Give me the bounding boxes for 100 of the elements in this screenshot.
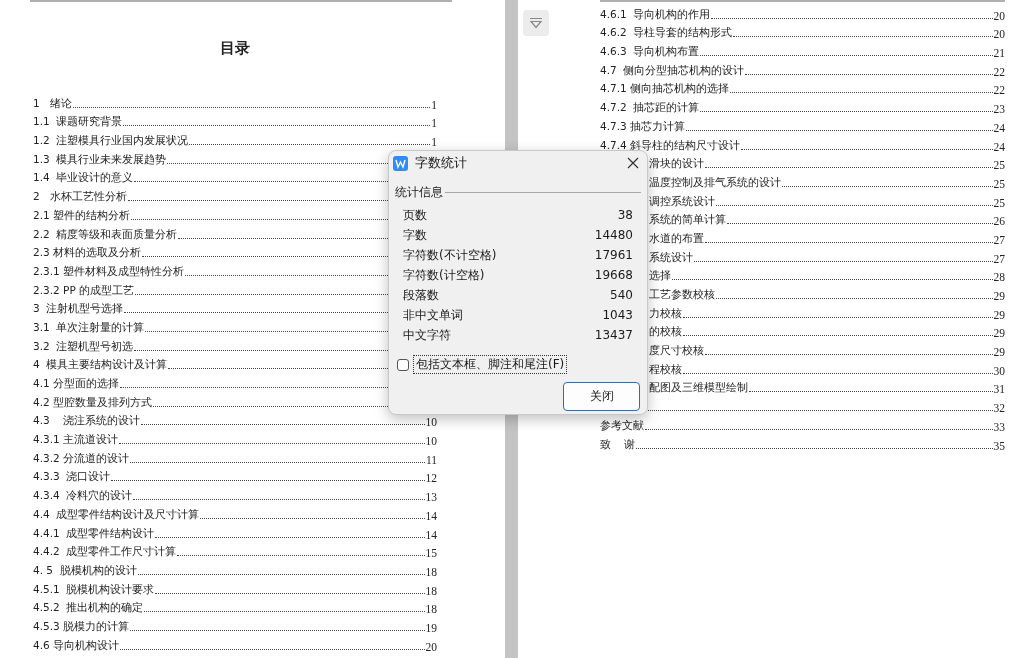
stat-label: 页数 [403,206,427,224]
collapse-icon [529,17,543,29]
checkbox[interactable] [397,358,409,371]
toc-entry: 力校核 [649,306,682,321]
page-number: 30 [993,364,1005,377]
page-number: 25 [993,159,1005,172]
stat-value: 19668 [594,268,633,282]
stat-label: 字符数(计空格) [403,266,485,284]
stat-value: 14480 [594,228,633,242]
toc-entry: 4. 5 脱模机构的设计 [33,563,137,578]
page-number: 27 [993,252,1005,265]
app-logo-icon [393,155,408,171]
page-number: 20 [993,9,1005,22]
toc-entry: 4.6 导向机构设计 [33,638,120,653]
collapse-button[interactable] [523,10,549,36]
toc-entry: 度尺寸校核 [649,344,704,359]
page-number: 1 [431,117,437,130]
toc-entry: 1 绪论 [33,96,72,111]
toc-entry: 3.2 注塑机型号初选 [33,339,134,354]
page-number: 32 [993,402,1005,415]
close-button[interactable]: 关闭 [563,382,640,411]
toc-entry: 系统设计 [649,250,693,265]
page-number: 29 [993,346,1005,359]
toc-entry: 2.2 精度等级和表面质量分析 [33,227,178,242]
stat-label: 字数 [403,226,427,244]
page-number: 31 [993,383,1005,396]
stat-value: 13437 [594,328,633,342]
page-number: 35 [993,439,1005,452]
toc-entry: 4.6.1 导向机构的作用 [600,7,711,22]
page-number: 1 [431,98,437,111]
stat-value: 17961 [594,248,633,262]
toc-entry: 4.7 侧向分型抽芯机构的设计 [600,63,745,78]
toc-entry: 4.5.1 脱模机构设计要求 [33,582,155,597]
toc-entry: 2 水杯工艺性分析 [33,190,127,205]
stat-label: 字符数(不计空格) [403,246,497,264]
toc-entry: 4.3.4 冷料穴的设计 [33,489,133,504]
checkbox-label[interactable]: 包括文本框、脚注和尾注(F) [413,355,568,374]
toc-entry: 程校核 [649,362,682,377]
toc-entry: 4.1 分型面的选择 [33,377,120,391]
page-number: 27 [993,233,1005,246]
page-number: 14 [425,528,437,541]
toc-entry: 4.2 型腔数量及排列方式 [33,395,153,410]
toc-entry: 4 模具主要结构设计及计算 [33,358,168,373]
page-number: 18 [425,584,437,597]
stat-value: 1043 [602,308,633,322]
toc-entry: 水道的布置 [649,231,704,246]
page-number: 13 [425,491,437,504]
toc-entry: 4.5.2 推出机构的确定 [33,601,144,616]
toc-entry: 1.3 模具行业未来发展趋势 [33,152,167,167]
page-number: 22 [993,65,1005,78]
page-number: 11 [425,453,437,466]
toc-entry: 的校核 [649,325,682,340]
toc-entry: 4.3.2 分流道的设计 [33,451,130,466]
stat-value: 540 [610,288,633,302]
page-number: 24 [993,140,1005,153]
page-number: 29 [993,308,1005,321]
toc-entry: 2.3.2 PP 的成型工艺 [33,283,135,298]
toc-entry: 4.7.1 侧向抽芯机构的选择 [600,82,730,97]
page-number: 18 [425,603,437,616]
page-number: 10 [425,416,437,429]
toc-entry: 2.3.1 塑件材料及成型特性分析 [33,264,185,279]
toc-entry: 4.3 浇注系统的设计 [33,414,141,429]
page-number: 12 [425,472,437,485]
page-number: 25 [993,196,1005,209]
toc-entry: 4.5.3 脱模力的计算 [33,619,130,634]
toc-entry: 致 谢 [600,437,636,452]
toc-entry: 滑块的设计 [649,157,704,172]
stat-label: 非中文单词 [403,306,463,324]
page-number: 20 [993,28,1005,41]
page-number: 15 [425,547,437,560]
page-number: 10 [425,435,437,448]
toc-title: 目录 [219,39,251,58]
stat-label: 中文字符 [403,326,451,344]
toc-entry: 调控系统设计 [649,194,715,209]
page-number: 23 [993,103,1005,116]
toc-entry: 2.1 塑件的结构分析 [33,208,131,223]
toc-entry: 工艺参数校核 [649,288,715,302]
toc-entry: 3.1 单次注射量的计算 [33,320,145,335]
toc-entry: 系统的简单计算 [649,213,726,228]
page-number: 14 [425,509,437,522]
toc-entry: 4.4.2 成型零件工作尺寸计算 [33,545,177,560]
page-number: 29 [993,327,1005,340]
page-number: 24 [993,121,1005,134]
section-label: 统计信息 [395,184,443,201]
toc-entry: 1.1 课题研究背景 [33,115,123,130]
toc-entry: 4.7.2 抽芯距的计算 [600,101,700,116]
toc-entry: 4.3.1 主流道设计 [33,433,119,448]
toc-entry: 4.6.3 导向机构布置 [600,45,700,60]
page-number: 33 [993,420,1005,433]
toc-entry: 2.3 材料的选取及分析 [33,246,142,261]
toc-entry: 4.7.3 抽芯力计算 [600,119,686,134]
page-number: 29 [993,290,1005,302]
toc-entry: 4.6.2 导柱导套的结构形式 [600,26,733,41]
close-icon[interactable] [625,155,641,171]
toc-entry: 3 注射机型号选择 [33,302,124,317]
toc-entry: 4.7.4 斜导柱的结构尺寸设计 [600,138,741,153]
toc-entry: 参考文献 [600,418,644,433]
toc-entry: 温度控制及排气系统的设计 [649,175,781,190]
page-number: 28 [993,271,1005,284]
page-number: 22 [993,84,1005,97]
